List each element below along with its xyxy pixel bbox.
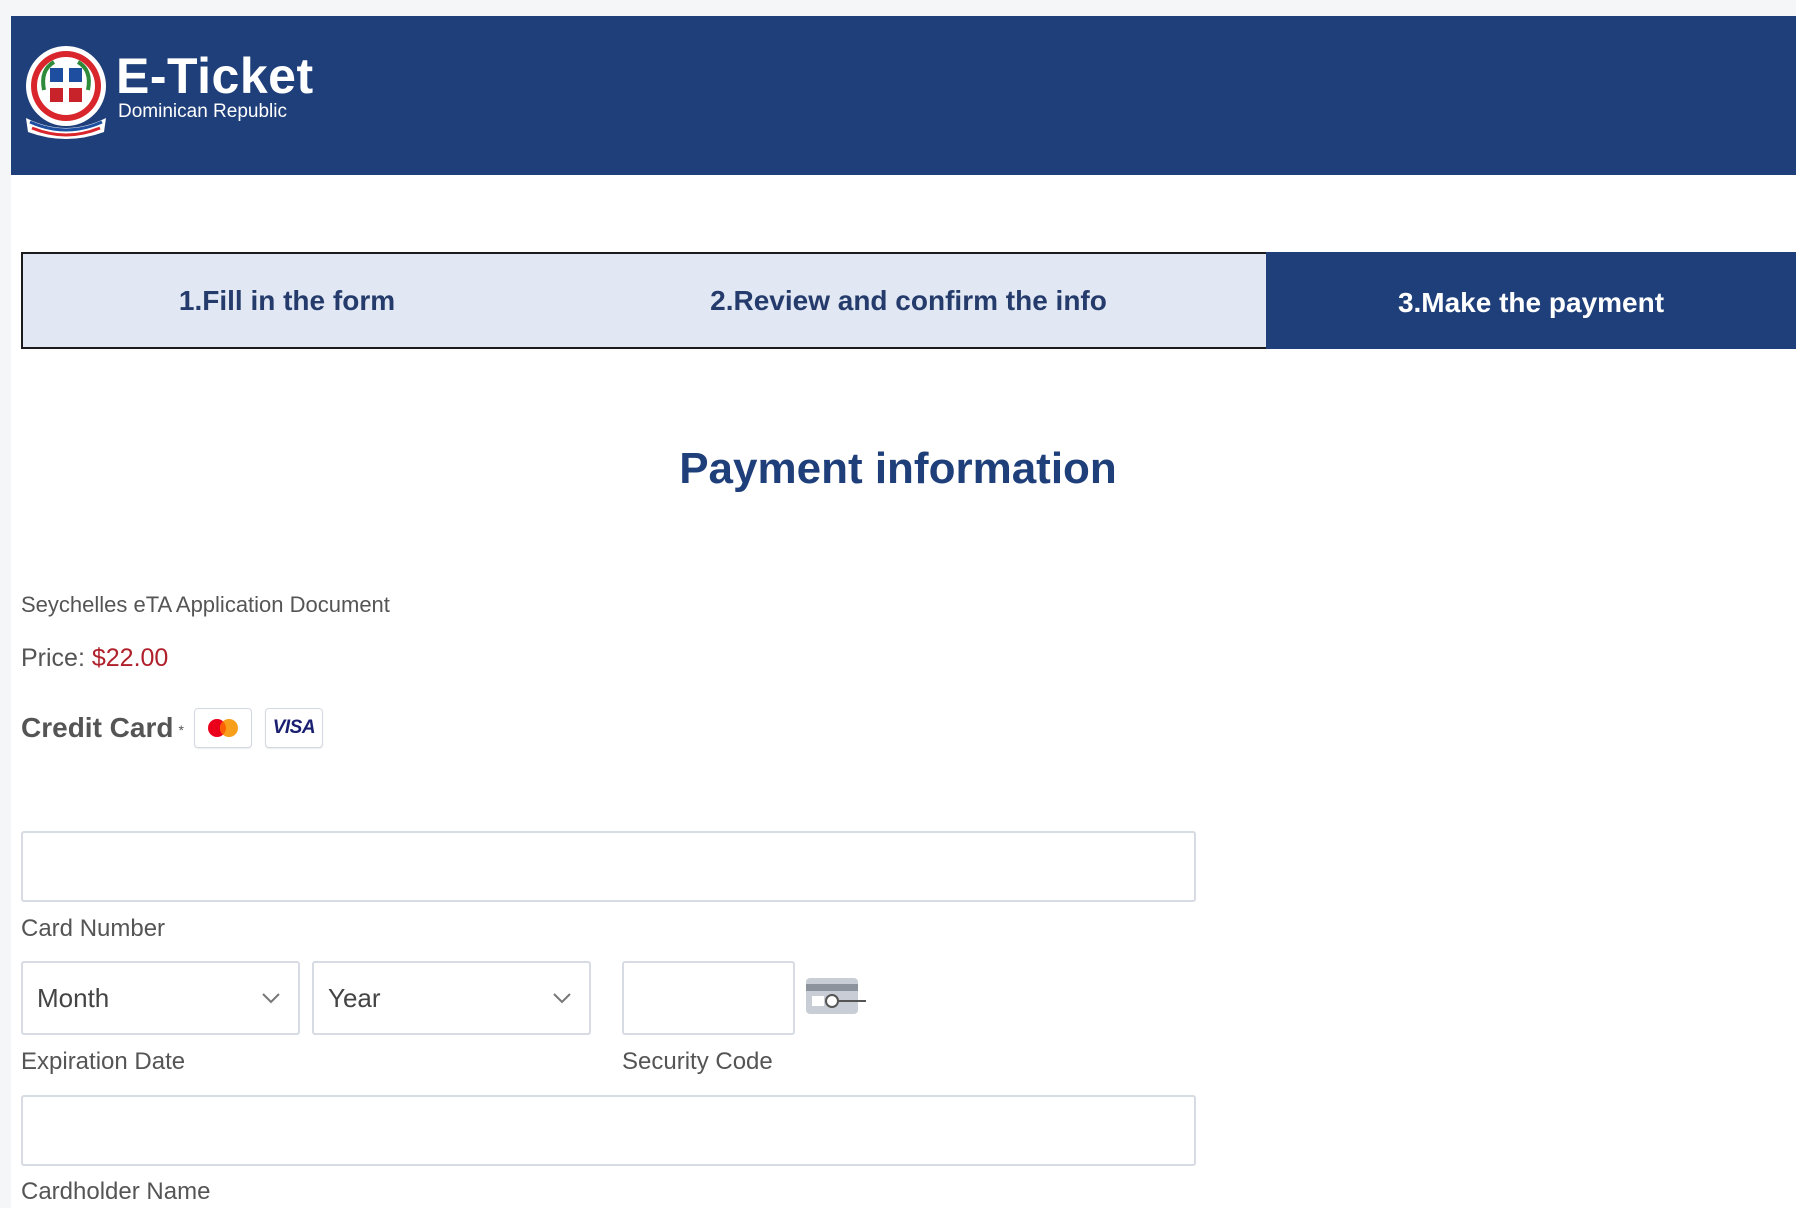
card-cvv-icon <box>806 978 866 1014</box>
step-make-payment: 3.Make the payment <box>1266 252 1796 349</box>
step-review-confirm: 2.Review and confirm the info <box>710 284 1107 316</box>
visa-icon[interactable]: VISA <box>264 708 323 748</box>
year-selected-value: Year <box>328 982 381 1013</box>
cardholder-name-input[interactable] <box>21 1095 1196 1166</box>
site-header: E-Ticket Dominican Republic <box>11 16 1796 175</box>
month-selected-value: Month <box>37 982 110 1013</box>
cardholder-name-label: Cardholder Name <box>21 1178 211 1205</box>
chevron-down-icon <box>262 993 280 1004</box>
credit-card-row: Credit Card * VISA <box>21 706 336 750</box>
document-name: Seychelles eTA Application Document <box>21 592 390 617</box>
logo-subtitle: Dominican Republic <box>118 101 287 122</box>
page-title: Payment information <box>679 444 1117 493</box>
required-mark: * <box>178 722 184 738</box>
price-line: Price: $22.00 <box>21 644 168 673</box>
card-number-label: Card Number <box>21 915 166 942</box>
credit-card-label: Credit Card <box>21 712 174 743</box>
progress-steps: 1.Fill in the form 2.Review and confirm … <box>21 252 1796 349</box>
logo-title: E-Ticket <box>116 48 314 104</box>
visa-logo-text: VISA <box>272 717 316 738</box>
card-number-input[interactable] <box>21 831 1196 902</box>
step-fill-form: 1.Fill in the form <box>178 284 396 316</box>
security-code-input[interactable] <box>622 961 795 1035</box>
chevron-down-icon <box>553 993 571 1004</box>
price-label: Price: <box>21 644 92 672</box>
security-code-label: Security Code <box>622 1048 773 1075</box>
page: E-Ticket Dominican Republic 1.Fill in th… <box>11 16 1796 1208</box>
expiration-month-select[interactable]: Month <box>21 961 300 1035</box>
expiration-date-label: Expiration Date <box>21 1048 186 1075</box>
price-value: $22.00 <box>91 644 169 672</box>
mastercard-logo-graphic <box>207 719 238 737</box>
expiration-year-select[interactable]: Year <box>312 961 591 1035</box>
mastercard-icon[interactable] <box>193 708 252 748</box>
coat-of-arms-logo <box>26 46 106 139</box>
